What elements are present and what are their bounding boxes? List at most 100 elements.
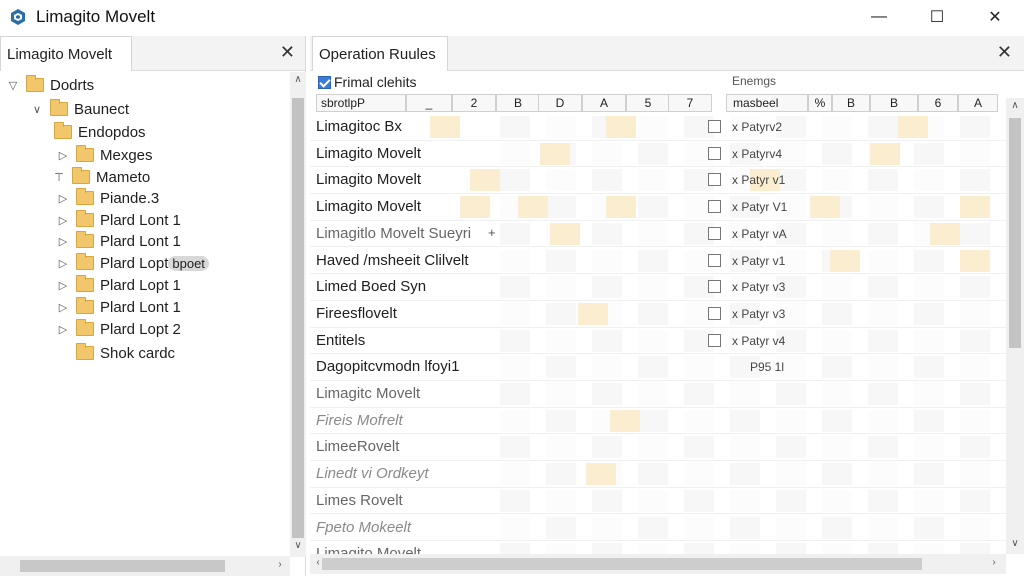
grid-cell[interactable] <box>868 302 898 325</box>
grid-cell[interactable] <box>868 329 898 352</box>
grid-cell[interactable] <box>868 543 898 554</box>
grid-cell[interactable] <box>868 116 898 138</box>
column-header[interactable]: B <box>832 94 870 112</box>
grid-cell[interactable] <box>500 383 530 405</box>
grid-cell[interactable] <box>914 249 944 272</box>
grid-cell[interactable] <box>868 463 898 486</box>
grid-cell[interactable] <box>500 169 530 192</box>
minimize-button[interactable]: — <box>850 0 908 34</box>
grid-cell[interactable] <box>638 169 668 192</box>
column-header[interactable]: B <box>496 94 540 112</box>
grid-cell[interactable] <box>868 436 898 459</box>
grid-cell[interactable] <box>730 516 760 539</box>
filter-input[interactable]: sbrotlpP <box>316 94 406 112</box>
grid-cell[interactable] <box>822 116 852 138</box>
tree-item[interactable]: Shok cardc <box>56 342 175 364</box>
grid-cell[interactable] <box>684 516 714 539</box>
close-window-button[interactable]: ✕ <box>966 0 1024 34</box>
grid-cell[interactable] <box>684 489 714 512</box>
grid-cell[interactable] <box>638 302 668 325</box>
grid-cell[interactable] <box>914 409 944 432</box>
grid-cell[interactable] <box>822 142 852 165</box>
grid-cell[interactable] <box>638 409 668 432</box>
grid-cell[interactable] <box>914 516 944 539</box>
grid-cell[interactable] <box>822 356 852 379</box>
table-row[interactable]: Linedt vi Ordkeyt <box>310 461 1006 488</box>
grid-cell[interactable] <box>914 169 944 192</box>
grid-cell[interactable] <box>638 116 668 138</box>
grid-cell[interactable] <box>638 196 668 219</box>
grid-cell[interactable] <box>868 356 898 379</box>
table-row[interactable]: Limagito Movelt x Patyr V1 <box>310 194 1006 221</box>
tree-item[interactable]: ▷ Plard Lopt bpoet <box>56 252 209 274</box>
grid-cell[interactable] <box>500 329 530 352</box>
column-header[interactable]: 5 <box>626 94 670 112</box>
highlighted-cell[interactable] <box>460 196 490 219</box>
table-row[interactable]: Limagito Movelt x Patyrv4 <box>310 141 1006 168</box>
grid-cell[interactable] <box>684 383 714 405</box>
highlighted-cell[interactable] <box>930 222 960 245</box>
grid-cell[interactable] <box>960 383 990 405</box>
tree-item[interactable]: ▷ Plard Lont 1 <box>56 209 181 231</box>
grid-cell[interactable] <box>638 329 668 352</box>
grid-cell[interactable] <box>822 489 852 512</box>
grid-cell[interactable] <box>960 302 990 325</box>
right-vertical-scrollbar[interactable]: ∧ ∨ <box>1006 98 1024 554</box>
grid-cell[interactable] <box>960 222 990 245</box>
grid-cell[interactable] <box>730 436 760 459</box>
grid-cell[interactable] <box>914 543 944 554</box>
grid-cell[interactable] <box>868 169 898 192</box>
grid-cell[interactable] <box>546 383 576 405</box>
checkbox-icon[interactable] <box>318 76 331 89</box>
grid-cell[interactable] <box>500 276 530 299</box>
expand-chevron-icon[interactable]: ▷ <box>56 301 70 314</box>
column-header[interactable]: A <box>958 94 998 112</box>
grid-cell[interactable] <box>684 356 714 379</box>
highlighted-cell[interactable] <box>606 116 636 138</box>
grid-cell[interactable] <box>960 436 990 459</box>
grid-cell[interactable] <box>822 276 852 299</box>
highlighted-cell[interactable] <box>610 409 640 432</box>
tree-item[interactable]: ▷ Plard Lopt 1 <box>56 274 181 296</box>
grid-cell[interactable] <box>914 142 944 165</box>
grid-cell[interactable] <box>500 409 530 432</box>
scrollbar-thumb[interactable] <box>1009 118 1021 348</box>
checkbox-icon[interactable] <box>708 120 721 133</box>
tree-item[interactable]: ∨ Baunect <box>30 98 129 120</box>
scrollbar-thumb[interactable] <box>292 98 304 538</box>
left-horizontal-scrollbar[interactable]: › <box>0 556 290 576</box>
grid-cell[interactable] <box>960 329 990 352</box>
scroll-up-arrow-icon[interactable]: ∧ <box>290 74 306 85</box>
tree-item[interactable]: ▷ Plard Lopt 2 <box>56 318 181 340</box>
left-vertical-scrollbar[interactable]: ∧ ∨ <box>290 72 306 557</box>
grid-cell[interactable] <box>638 383 668 405</box>
grid-cell[interactable] <box>868 516 898 539</box>
grid-cell[interactable] <box>960 356 990 379</box>
grid-cell[interactable] <box>684 463 714 486</box>
grid-cell[interactable] <box>546 196 576 219</box>
highlighted-cell[interactable] <box>810 196 840 219</box>
grid-cell[interactable] <box>546 169 576 192</box>
grid-cell[interactable] <box>868 383 898 405</box>
grid-cell[interactable] <box>914 196 944 219</box>
column-header[interactable]: A <box>582 94 626 112</box>
grid-cell[interactable] <box>638 516 668 539</box>
tree-item[interactable]: Endopdos <box>34 121 146 143</box>
close-left-panel-button[interactable]: ✕ <box>280 42 295 63</box>
scroll-right-arrow-icon[interactable]: › <box>986 557 1002 568</box>
grid-cell[interactable] <box>500 436 530 459</box>
scroll-up-arrow-icon[interactable]: ∧ <box>1007 100 1023 111</box>
column-header[interactable]: 7 <box>668 94 712 112</box>
table-row[interactable]: Limed Boed Syn x Patyr v3 <box>310 274 1006 301</box>
column-header[interactable]: D <box>538 94 582 112</box>
grid-cell[interactable] <box>914 489 944 512</box>
grid-cell[interactable] <box>546 436 576 459</box>
close-right-panel-button[interactable]: ✕ <box>997 42 1012 63</box>
table-row[interactable]: Entitels x Patyr v4 <box>310 328 1006 355</box>
grid-cell[interactable] <box>960 409 990 432</box>
grid-cell[interactable] <box>546 276 576 299</box>
highlighted-cell[interactable] <box>518 196 548 219</box>
grid-cell[interactable] <box>546 489 576 512</box>
scroll-down-arrow-icon[interactable]: ∨ <box>290 540 306 551</box>
expand-chevron-icon[interactable]: ∨ <box>30 103 44 116</box>
